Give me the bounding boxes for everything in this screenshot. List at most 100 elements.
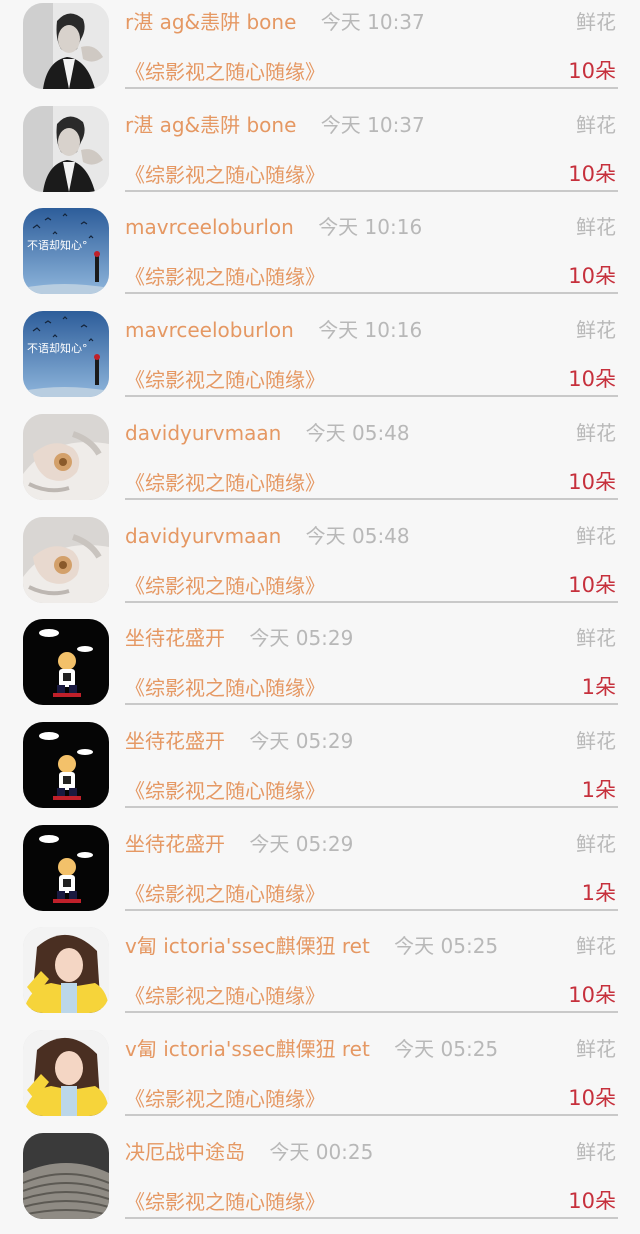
timestamp: 今天 10:37: [320, 112, 425, 137]
timestamp: 今天 00:25: [269, 1139, 374, 1164]
user-name[interactable]: 坐待花盛开 今天 05:29: [125, 828, 353, 857]
work-title-link[interactable]: 《综影视之随心随缘》: [125, 980, 325, 1009]
gift-quantity: 1朵: [581, 880, 616, 905]
user-name-text[interactable]: 决厄战中途岛: [125, 1140, 245, 1164]
list-item[interactable]: 决厄战中途岛 今天 00:25 鲜花 《综影视之随心随缘》 10朵: [0, 1131, 640, 1234]
gift-list: r湛 ag&恚阱 bone 今天 10:37 鲜花 《综影视之随心随缘》 10朵…: [0, 0, 640, 1219]
work-title-link[interactable]: 《综影视之随心随缘》: [125, 1083, 325, 1112]
work-title-link[interactable]: 《综影视之随心随缘》: [125, 878, 325, 907]
hand-art-icon[interactable]: [23, 516, 109, 603]
gift-quantity: 10朵: [568, 1086, 616, 1110]
timestamp: 今天 05:29: [249, 728, 354, 753]
gift-type-label: 鲜花: [576, 1037, 616, 1061]
gift-type-label: 鲜花: [576, 934, 616, 959]
gift-quantity: 10朵: [568, 161, 616, 186]
timestamp: 今天 10:37: [320, 10, 425, 34]
gift-type-label: 鲜花: [576, 1139, 616, 1164]
gift-type-label: 鲜花: [576, 728, 616, 753]
user-name[interactable]: r湛 ag&恚阱 bone 今天 10:37: [125, 6, 425, 35]
user-name-text[interactable]: davidyurvmaan: [125, 421, 281, 445]
work-title-link[interactable]: 《综影视之随心随缘》: [125, 570, 325, 599]
user-name-text[interactable]: mavrceeloburlon: [125, 215, 294, 239]
user-name[interactable]: v匐 ictoria'ssec麒傈狃 ret 今天 05:25: [125, 1033, 498, 1062]
user-name-text[interactable]: davidyurvmaan: [125, 524, 281, 548]
user-name-text[interactable]: r湛 ag&恚阱 bone: [125, 10, 296, 34]
user-name[interactable]: davidyurvmaan 今天 05:48: [125, 417, 410, 446]
timestamp: 今天 05:25: [394, 1037, 499, 1061]
sky-text-icon[interactable]: 不语却知心°: [23, 208, 109, 295]
work-title-link[interactable]: 《综影视之随心随缘》: [125, 775, 325, 804]
user-name-text[interactable]: mavrceeloburlon: [125, 318, 294, 342]
user-name-text[interactable]: 坐待花盛开: [125, 832, 225, 856]
cartoon-boy-icon[interactable]: [23, 619, 109, 706]
user-name[interactable]: 坐待花盛开 今天 05:29: [125, 725, 353, 754]
list-item[interactable]: v匐 ictoria'ssec麒傈狃 ret 今天 05:25 鲜花 《综影视之…: [0, 1028, 640, 1131]
man-bw-icon[interactable]: [23, 105, 109, 192]
user-name[interactable]: v匐 ictoria'ssec麒傈狃 ret 今天 05:25: [125, 930, 498, 959]
user-name[interactable]: 决厄战中途岛 今天 00:25: [125, 1136, 373, 1165]
work-title-link[interactable]: 《综影视之随心随缘》: [125, 467, 325, 496]
divider: [125, 497, 618, 500]
list-item[interactable]: davidyurvmaan 今天 05:48 鲜花 《综影视之随心随缘》 10朵: [0, 515, 640, 618]
list-item[interactable]: 坐待花盛开 今天 05:29 鲜花 《综影视之随心随缘》 1朵: [0, 617, 640, 720]
divider: [125, 805, 618, 808]
work-title-link[interactable]: 《综影视之随心随缘》: [125, 364, 325, 393]
timestamp: 今天 05:48: [305, 420, 410, 445]
list-item[interactable]: 坐待花盛开 今天 05:29 鲜花 《综影视之随心随缘》 1朵: [0, 720, 640, 823]
timestamp: 今天 05:25: [394, 934, 499, 959]
list-item[interactable]: v匐 ictoria'ssec麒傈狃 ret 今天 05:25 鲜花 《综影视之…: [0, 925, 640, 1028]
girl-yellow-icon[interactable]: [23, 1030, 109, 1116]
gift-type-label: 鲜花: [576, 112, 616, 137]
list-item[interactable]: r湛 ag&恚阱 bone 今天 10:37 鲜花 《综影视之随心随缘》 10朵: [0, 1, 640, 104]
divider: [125, 395, 618, 398]
cartoon-boy-icon[interactable]: [23, 721, 109, 808]
gift-quantity: 10朵: [568, 264, 616, 289]
gift-type-label: 鲜花: [576, 831, 616, 856]
gift-quantity: 1朵: [581, 777, 616, 802]
user-name-text[interactable]: v匐 ictoria'ssec麒傈狃 ret: [125, 1037, 370, 1061]
hand-art-icon[interactable]: [23, 413, 109, 500]
gift-quantity: 10朵: [568, 1188, 616, 1213]
user-name-text[interactable]: 坐待花盛开: [125, 729, 225, 753]
gift-type-label: 鲜花: [576, 10, 616, 34]
svg-text:不语却知心°: 不语却知心°: [27, 238, 88, 252]
user-name[interactable]: mavrceeloburlon 今天 10:16: [125, 211, 422, 240]
timestamp: 今天 05:29: [249, 831, 354, 856]
girl-yellow-icon[interactable]: [23, 927, 109, 1014]
sky-text-icon[interactable]: 不语却知心°: [23, 311, 109, 398]
user-name[interactable]: r湛 ag&恚阱 bone 今天 10:37: [125, 109, 425, 138]
timestamp: 今天 05:29: [249, 626, 354, 651]
user-name-text[interactable]: r湛 ag&恚阱 bone: [125, 113, 296, 137]
work-title-link[interactable]: 《综影视之随心随缘》: [125, 159, 325, 188]
divider: [125, 1114, 618, 1116]
user-name[interactable]: 坐待花盛开 今天 05:29: [125, 622, 353, 651]
divider: [125, 1011, 618, 1014]
svg-text:不语却知心°: 不语却知心°: [27, 341, 88, 355]
work-title-link[interactable]: 《综影视之随心随缘》: [125, 56, 325, 85]
user-name[interactable]: davidyurvmaan 今天 05:48: [125, 520, 410, 549]
stone-texture-icon[interactable]: [23, 1132, 109, 1219]
list-item[interactable]: davidyurvmaan 今天 05:48 鲜花 《综影视之随心随缘》 10朵: [0, 412, 640, 515]
user-name-text[interactable]: 坐待花盛开: [125, 626, 225, 650]
divider: [125, 908, 618, 911]
work-title-link[interactable]: 《综影视之随心随缘》: [125, 1186, 325, 1215]
divider: [125, 292, 618, 295]
gift-type-label: 鲜花: [576, 318, 616, 343]
list-item[interactable]: r湛 ag&恚阱 bone 今天 10:37 鲜花 《综影视之随心随缘》 10朵: [0, 104, 640, 207]
list-item[interactable]: 不语却知心° mavrceeloburlon 今天 10:16 鲜花 《综影视之…: [0, 206, 640, 309]
gift-type-label: 鲜花: [576, 420, 616, 445]
divider: [125, 87, 618, 89]
list-item[interactable]: 坐待花盛开 今天 05:29 鲜花 《综影视之随心随缘》 1朵: [0, 823, 640, 926]
divider: [125, 600, 618, 603]
gift-type-label: 鲜花: [576, 523, 616, 548]
list-item[interactable]: 不语却知心° mavrceeloburlon 今天 10:16 鲜花 《综影视之…: [0, 309, 640, 412]
gift-quantity: 10朵: [568, 469, 616, 494]
user-name[interactable]: mavrceeloburlon 今天 10:16: [125, 314, 422, 343]
man-bw-icon[interactable]: [23, 3, 109, 89]
timestamp: 今天 05:48: [305, 523, 410, 548]
user-name-text[interactable]: v匐 ictoria'ssec麒傈狃 ret: [125, 934, 370, 958]
work-title-link[interactable]: 《综影视之随心随缘》: [125, 672, 325, 701]
cartoon-boy-icon[interactable]: [23, 824, 109, 911]
gift-quantity: 1朵: [581, 675, 616, 700]
work-title-link[interactable]: 《综影视之随心随缘》: [125, 261, 325, 290]
